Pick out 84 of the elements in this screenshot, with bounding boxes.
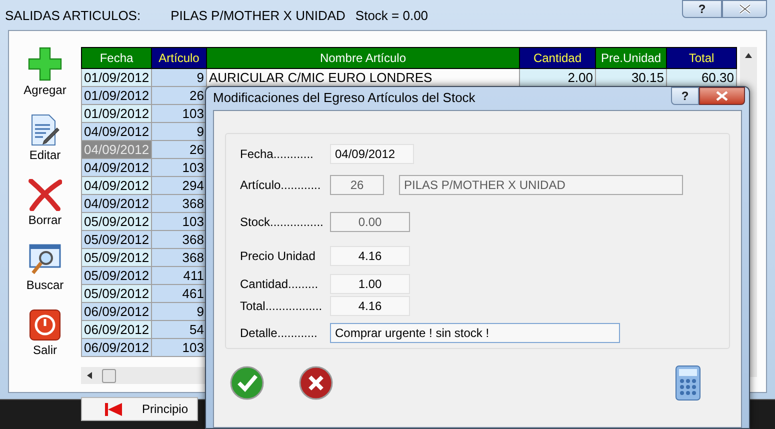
field-label: Fecha............ [240,146,314,163]
dialog-title: Modificaciones del Egreso Artículos del Stock [212,89,476,108]
document-pencil-icon [30,114,60,146]
table-cell: 368 [152,194,206,212]
up-arrow-icon [745,53,752,58]
toolbar-button[interactable]: Editar [29,110,61,165]
principio-button[interactable]: Principio [81,397,198,421]
table-cell: 54 [152,320,206,338]
table-cell: 103 [152,158,206,176]
table-cell: 04/09/2012 [82,194,152,212]
table-cell: 06/09/2012 [82,320,152,338]
table-cell: 103 [152,104,206,122]
toolbar-button[interactable]: Salir [29,305,61,360]
window-title: SALIDAS ARTICULOS: [5,7,141,25]
table-cell: 01/09/2012 [82,68,152,86]
table-cell: 01/09/2012 [82,86,152,104]
first-record-icon [105,402,122,416]
article-name: PILAS P/MOTHER X UNIDAD [170,7,346,25]
help-button[interactable]: ? [671,87,699,105]
field-label: Stock................ [240,214,324,231]
table-cell: 05/09/2012 [82,284,152,302]
cancel-button[interactable] [299,366,333,400]
table-cell: 26 [152,140,206,158]
table-cell: 04/09/2012 [82,140,152,158]
table-cell: 103 [152,212,206,230]
input-field[interactable]: 4.16 [330,246,410,266]
table-cell: 9 [152,122,206,140]
table-cell: 30.15 [596,68,666,86]
toolbar-button[interactable]: Borrar [28,175,62,230]
close-icon [738,4,750,14]
table-cell: 05/09/2012 [82,266,152,284]
table-cell: 04/09/2012 [82,158,152,176]
table-cell: 411 [152,266,206,284]
cross-icon [28,179,62,211]
column-header[interactable]: Fecha [82,48,152,68]
table-cell: 05/09/2012 [82,248,152,266]
table-cell: 26 [152,86,206,104]
close-button[interactable] [699,87,745,105]
toolbar-button[interactable]: Agregar [24,45,66,100]
toolbar-button[interactable]: Buscar [26,240,64,295]
table-cell: 05/09/2012 [82,230,152,248]
field-label: Precio Unidad [240,248,316,266]
field-label: Artículo............ [240,177,322,194]
table-cell: 06/09/2012 [82,338,152,356]
column-header[interactable]: Cantidad [520,48,596,68]
cancel-icon [299,366,333,400]
field-label: Detalle............ [240,324,318,342]
input-field[interactable]: 04/09/2012 [330,144,414,164]
table-cell: 60.30 [666,68,736,86]
calculator-icon [675,365,701,401]
left-arrow-icon [87,372,92,379]
help-button[interactable]: ? [682,0,722,18]
field-label: Total................. [240,298,324,316]
table-cell: 04/09/2012 [82,176,152,194]
plus-icon [28,47,62,81]
table-cell: 06/09/2012 [82,302,152,320]
field-label: Cantidad......... [240,276,320,293]
column-header[interactable]: Artículo [152,48,206,68]
magnifier-window-icon [28,244,61,276]
column-header[interactable]: Nombre Artículo [206,48,520,68]
table-cell: 9 [152,302,206,320]
column-header[interactable]: Pre.Unidad [596,48,666,68]
table-cell: 2.00 [520,68,596,86]
input-field[interactable]: Comprar urgente ! sin stock ! [330,322,620,343]
calculator-button[interactable] [675,365,701,401]
table-cell: 04/09/2012 [82,122,152,140]
table-cell: 9 [152,68,206,86]
table-cell: 368 [152,248,206,266]
column-header[interactable]: Total [666,48,736,68]
close-icon [716,91,728,101]
accept-button[interactable] [230,366,264,400]
check-icon [230,366,264,400]
table-cell: AURICULAR C/MIC EURO LONDRES [206,68,520,86]
table-cell: 294 [152,176,206,194]
input-field[interactable]: 1.00 [330,274,410,294]
table-cell: 01/09/2012 [82,104,152,122]
table-cell: 461 [152,284,206,302]
table-cell: 103 [152,338,206,356]
stock-label: Stock = 0.00 [355,7,428,25]
power-icon [29,309,61,341]
scrollbar-thumb[interactable] [102,368,116,382]
input-field[interactable]: 4.16 [330,296,410,316]
table-cell: 368 [152,230,206,248]
table-cell: 05/09/2012 [82,212,152,230]
